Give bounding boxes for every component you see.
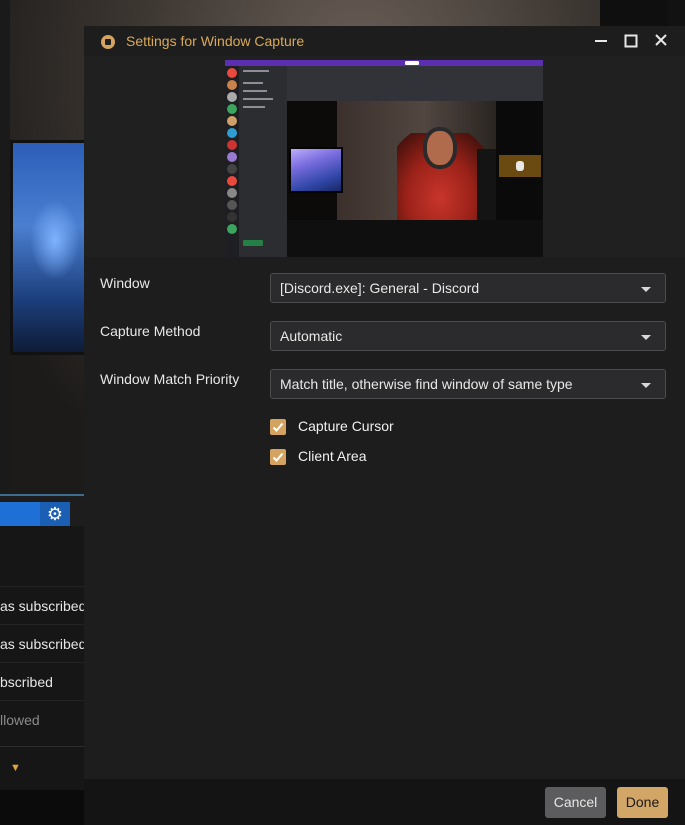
background-toolbar: ⚙ <box>0 494 84 528</box>
match-priority-select-value: Match title, otherwise find window of sa… <box>280 376 573 392</box>
obs-app-icon <box>101 35 115 49</box>
chevron-down-icon <box>641 287 651 292</box>
dialog-title: Settings for Window Capture <box>126 33 305 49</box>
match-priority-label: Window Match Priority <box>100 371 240 387</box>
list-item: llowed <box>0 700 84 739</box>
window-label: Window <box>100 275 150 291</box>
chevron-down-icon <box>641 383 651 388</box>
capture-cursor-checkbox[interactable] <box>270 419 286 435</box>
background-blue-button[interactable] <box>0 502 40 526</box>
maximize-icon[interactable] <box>618 30 644 52</box>
client-area-checkbox[interactable] <box>270 449 286 465</box>
close-icon[interactable] <box>648 30 674 52</box>
dialog-footer: Cancel Done <box>84 779 685 825</box>
checkmark-icon <box>272 422 284 432</box>
background-activity-list: as subscribed as subscribed bscribed llo… <box>0 526 84 790</box>
chevron-down-icon[interactable]: ▼ <box>10 762 21 774</box>
participant-tile <box>499 155 541 177</box>
dialog-titlebar: Settings for Window Capture <box>84 26 685 56</box>
capture-preview <box>84 56 685 257</box>
capture-method-select[interactable]: Automatic <box>270 321 666 351</box>
gear-icon[interactable]: ⚙ <box>40 502 70 526</box>
match-priority-select[interactable]: Match title, otherwise find window of sa… <box>270 369 666 399</box>
done-button[interactable]: Done <box>617 787 668 818</box>
list-item: as subscribed <box>0 586 84 625</box>
discord-video-stream <box>287 101 496 220</box>
background-monitor-image <box>10 140 90 355</box>
capture-method-label: Capture Method <box>100 323 201 339</box>
discord-window-preview <box>225 60 543 257</box>
capture-cursor-label[interactable]: Capture Cursor <box>298 418 394 434</box>
chevron-down-icon <box>641 335 651 340</box>
divider <box>0 746 84 747</box>
discord-channel-list <box>239 66 287 257</box>
list-item: bscribed <box>0 662 84 701</box>
client-area-label[interactable]: Client Area <box>298 448 366 464</box>
list-item: as subscribed <box>0 624 84 663</box>
cancel-button[interactable]: Cancel <box>545 787 606 818</box>
window-capture-settings-dialog: Settings for Window Capture Window [Disc… <box>84 26 685 825</box>
checkmark-icon <box>272 452 284 462</box>
capture-method-select-value: Automatic <box>280 328 343 344</box>
minimize-icon[interactable] <box>588 30 614 52</box>
window-select-value: [Discord.exe]: General - Discord <box>280 280 480 296</box>
window-select[interactable]: [Discord.exe]: General - Discord <box>270 273 666 303</box>
discord-server-list <box>225 66 239 257</box>
background-edge <box>0 0 10 500</box>
